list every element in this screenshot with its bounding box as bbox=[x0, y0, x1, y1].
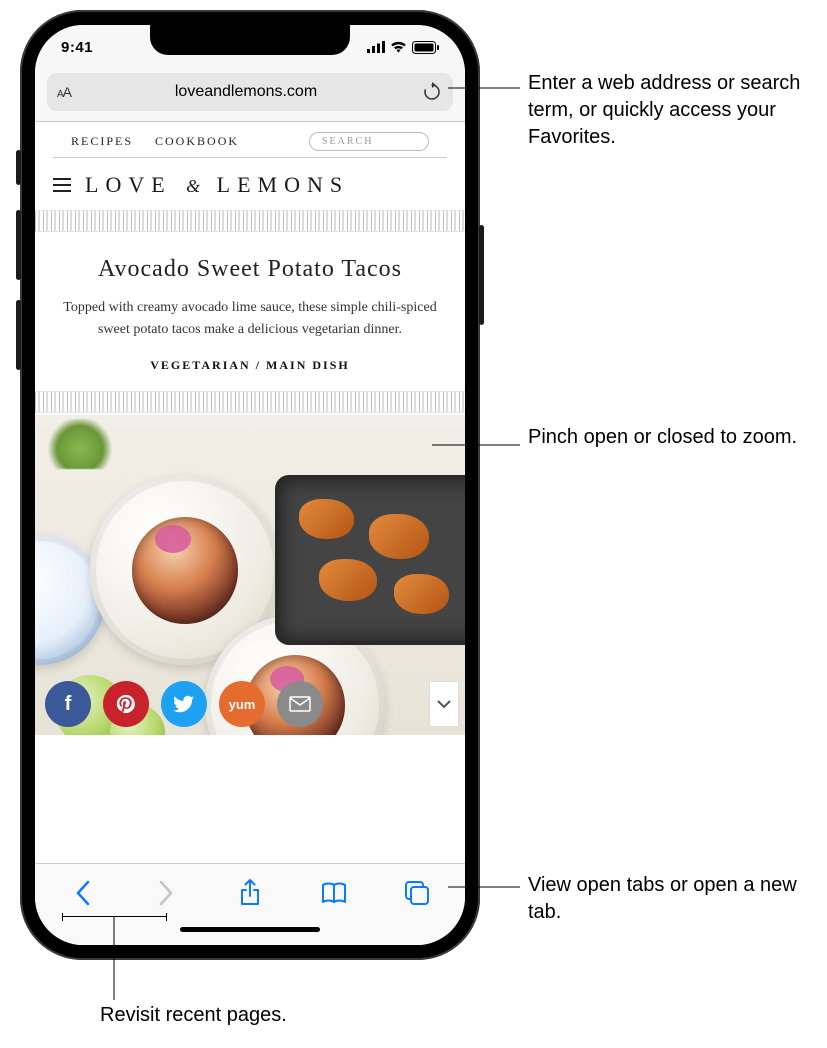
side-button bbox=[479, 225, 484, 325]
url-domain: loveandlemons.com bbox=[71, 83, 421, 101]
brand-amp: & bbox=[186, 176, 202, 196]
site-header: LOVE & LEMONS bbox=[35, 158, 465, 208]
home-indicator-area bbox=[35, 921, 465, 945]
social-share-row: f yum bbox=[45, 681, 323, 727]
leader-line bbox=[432, 444, 520, 446]
book-icon bbox=[321, 881, 347, 905]
nav-cookbook[interactable]: COOKBOOK bbox=[155, 134, 239, 149]
screen: 9:41 AA loveandlemons.com RECIPES COOKBO… bbox=[35, 25, 465, 945]
tabs-button[interactable] bbox=[397, 873, 437, 913]
mail-icon bbox=[289, 696, 311, 712]
site-nav: RECIPES COOKBOOK SEARCH bbox=[53, 122, 447, 158]
web-content[interactable]: RECIPES COOKBOOK SEARCH LOVE & LEMONS Av… bbox=[35, 122, 465, 863]
share-icon bbox=[239, 879, 261, 907]
divider-pattern-2 bbox=[35, 391, 465, 413]
brand-part1: LOVE bbox=[85, 172, 172, 197]
cellular-icon bbox=[367, 41, 385, 53]
leader-line bbox=[448, 84, 520, 92]
email-share-button[interactable] bbox=[277, 681, 323, 727]
battery-icon bbox=[412, 41, 439, 54]
pinterest-share-button[interactable] bbox=[103, 681, 149, 727]
status-time: 9:41 bbox=[61, 39, 93, 56]
safari-url-bar: AA loveandlemons.com bbox=[35, 69, 465, 122]
leader-line bbox=[113, 916, 115, 1000]
back-button[interactable] bbox=[63, 873, 103, 913]
notch bbox=[150, 25, 350, 55]
expand-toggle[interactable] bbox=[429, 681, 459, 727]
twitter-share-button[interactable] bbox=[161, 681, 207, 727]
reader-view-button[interactable]: AA bbox=[57, 84, 71, 100]
herb-garnish bbox=[45, 419, 115, 469]
yum-label: yum bbox=[229, 697, 256, 712]
pinterest-icon bbox=[115, 693, 137, 715]
sweet-potato bbox=[319, 559, 377, 601]
status-indicators bbox=[367, 41, 439, 54]
wifi-icon bbox=[390, 41, 407, 53]
yummly-share-button[interactable]: yum bbox=[219, 681, 265, 727]
recipe-title: Avocado Sweet Potato Tacos bbox=[35, 234, 465, 297]
callout-url: Enter a web address or search term, or q… bbox=[528, 70, 827, 151]
mute-switch bbox=[16, 150, 21, 185]
share-button[interactable] bbox=[230, 873, 270, 913]
safari-toolbar bbox=[35, 863, 465, 921]
chevron-right-icon bbox=[158, 880, 174, 906]
nav-recipes[interactable]: RECIPES bbox=[71, 134, 133, 149]
callout-tabs: View open tabs or open a new tab. bbox=[528, 872, 827, 926]
volume-up-button bbox=[16, 210, 21, 280]
tabs-icon bbox=[404, 880, 430, 906]
recipe-hero-image: f yum bbox=[35, 415, 465, 735]
chevron-down-icon bbox=[437, 699, 451, 709]
reload-icon bbox=[422, 82, 442, 102]
hamburger-menu-icon[interactable] bbox=[53, 178, 71, 192]
callout-zoom: Pinch open or closed to zoom. bbox=[528, 424, 797, 451]
chevron-left-icon bbox=[75, 880, 91, 906]
volume-down-button bbox=[16, 300, 21, 370]
brand-part2: LEMONS bbox=[217, 172, 349, 197]
forward-button[interactable] bbox=[146, 873, 186, 913]
bookmarks-button[interactable] bbox=[314, 873, 354, 913]
callout-back: Revisit recent pages. bbox=[100, 1002, 287, 1029]
sweet-potato bbox=[394, 574, 449, 614]
recipe-description: Topped with creamy avocado lime sauce, t… bbox=[35, 297, 465, 358]
sweet-potato bbox=[299, 499, 354, 539]
home-indicator[interactable] bbox=[180, 927, 320, 932]
sheet-pan bbox=[275, 475, 465, 645]
leader-line bbox=[448, 886, 520, 888]
site-logo[interactable]: LOVE & LEMONS bbox=[85, 172, 349, 198]
divider-pattern bbox=[35, 210, 465, 232]
reload-button[interactable] bbox=[421, 81, 443, 103]
phone-frame: 9:41 AA loveandlemons.com RECIPES COOKBO… bbox=[20, 10, 480, 960]
facebook-share-button[interactable]: f bbox=[45, 681, 91, 727]
site-search-field[interactable]: SEARCH bbox=[309, 132, 429, 151]
recipe-tags: VEGETARIAN / MAIN DISH bbox=[35, 358, 465, 389]
sweet-potato bbox=[369, 514, 429, 559]
address-field[interactable]: AA loveandlemons.com bbox=[47, 73, 453, 111]
twitter-icon bbox=[173, 693, 195, 715]
pickled-onion bbox=[155, 525, 191, 553]
